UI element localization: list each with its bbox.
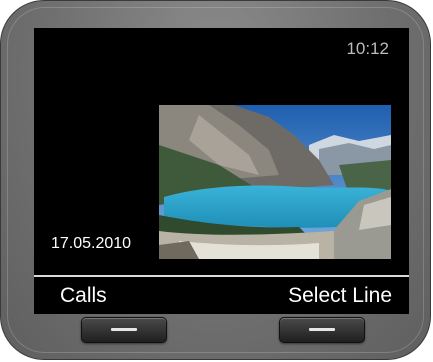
date-display: 17.05.2010 <box>51 235 132 252</box>
phone-device: 10:12 17.05.2010 Calls Select Line <box>0 0 431 360</box>
softkey-select-line-label: Select Line <box>288 284 392 307</box>
dash-icon <box>309 328 335 331</box>
softkey-calls-label: Calls <box>60 284 107 307</box>
display-screen: 10:12 17.05.2010 Calls Select Line <box>34 28 409 314</box>
clock: 10:12 <box>346 39 389 58</box>
softkey-divider <box>34 275 409 277</box>
screensaver-photo <box>159 105 391 259</box>
dash-icon <box>111 328 137 331</box>
right-softkey-button[interactable] <box>279 317 365 343</box>
left-softkey-button[interactable] <box>81 317 167 343</box>
